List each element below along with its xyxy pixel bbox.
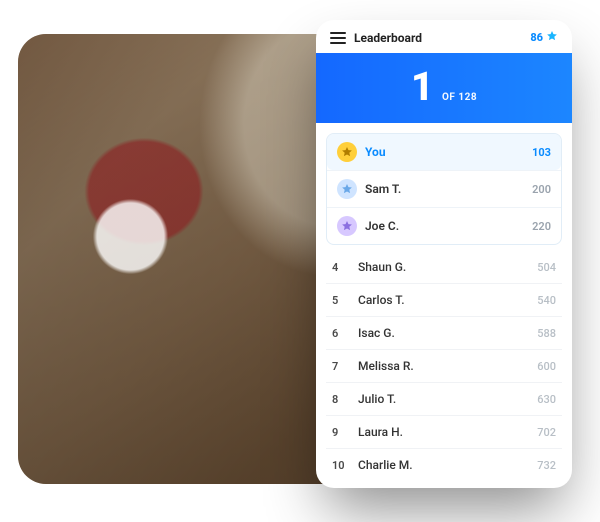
bronze-medal-icon: [337, 216, 357, 236]
player-score: 504: [537, 261, 556, 274]
player-name: Charlie M.: [358, 458, 413, 472]
gold-medal-icon: [337, 142, 357, 162]
player-name: Laura H.: [358, 425, 403, 439]
rank-index: 8: [332, 393, 346, 406]
points-badge[interactable]: 86: [530, 30, 558, 45]
list-item[interactable]: 5 Carlos T. 540: [326, 284, 562, 317]
player-name: Julio T.: [358, 392, 396, 406]
podium-row-self[interactable]: You 103: [327, 134, 561, 170]
rank-index: 9: [332, 426, 346, 439]
menu-icon[interactable]: [330, 32, 346, 44]
list-item[interactable]: 10 Charlie M. 732: [326, 449, 562, 480]
player-score: 702: [537, 426, 556, 439]
podium-name: You: [365, 145, 386, 159]
podium-row[interactable]: Joe C. 220: [327, 207, 561, 244]
player-score: 732: [537, 459, 556, 472]
podium-row[interactable]: Sam T. 200: [327, 170, 561, 207]
rank-index: 10: [332, 459, 346, 472]
player-name: Carlos T.: [358, 293, 405, 307]
list-item[interactable]: 6 Isac G. 588: [326, 317, 562, 350]
podium-score: 200: [532, 183, 551, 196]
rank-index: 6: [332, 327, 346, 340]
silver-medal-icon: [337, 179, 357, 199]
list-item[interactable]: 9 Laura H. 702: [326, 416, 562, 449]
list-item[interactable]: 4 Shaun G. 504: [326, 251, 562, 284]
podium-name: Joe C.: [365, 219, 399, 233]
list-item[interactable]: 8 Julio T. 630: [326, 383, 562, 416]
player-score: 600: [537, 360, 556, 373]
list-item[interactable]: 7 Melissa R. 600: [326, 350, 562, 383]
rank-of-label: OF 128: [442, 92, 477, 103]
player-name: Isac G.: [358, 326, 395, 340]
rank-banner: 1 OF 128: [316, 53, 572, 123]
rank-index: 7: [332, 360, 346, 373]
player-score: 540: [537, 294, 556, 307]
points-value: 86: [530, 31, 543, 44]
ranking-list: 4 Shaun G. 504 5 Carlos T. 540 6 Isac G. 58…: [326, 251, 562, 480]
player-score: 630: [537, 393, 556, 406]
podium-name: Sam T.: [365, 182, 401, 196]
player-score: 588: [537, 327, 556, 340]
page-title: Leaderboard: [354, 31, 422, 45]
podium-section: You 103 Sam T. 200 Joe C. 220: [326, 133, 562, 245]
player-name: Melissa R.: [358, 359, 414, 373]
leaderboard-card: Leaderboard 86 1 OF 128 You 103: [316, 20, 572, 488]
podium-score: 103: [532, 146, 551, 159]
rank-index: 4: [332, 261, 346, 274]
star-icon: [546, 30, 558, 45]
podium-score: 220: [532, 220, 551, 233]
rank-index: 5: [332, 294, 346, 307]
app-header: Leaderboard 86: [316, 20, 572, 53]
rank-number: 1: [411, 67, 434, 107]
player-name: Shaun G.: [358, 260, 406, 274]
